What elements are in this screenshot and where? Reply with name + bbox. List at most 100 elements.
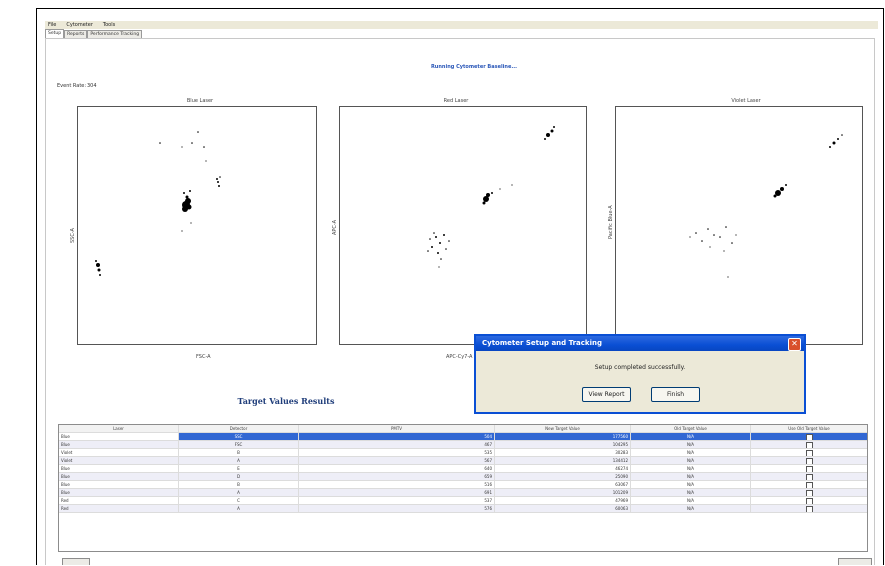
- col-old-target-value[interactable]: Old Target Value: [631, 425, 751, 432]
- table-row[interactable]: Blue E 640 46274 N/A: [59, 465, 867, 473]
- use-old-target-checkbox[interactable]: [805, 441, 813, 448]
- table-cell: 504: [299, 433, 495, 440]
- table-cell: [751, 449, 867, 456]
- table-cell: 63067: [495, 481, 631, 488]
- table-cell: 567: [299, 457, 495, 464]
- table-cell: 25090: [495, 473, 631, 480]
- table-cell: N/A: [631, 433, 751, 440]
- table-cell: E: [179, 465, 299, 472]
- use-old-target-checkbox[interactable]: [805, 481, 813, 488]
- table-cell: A: [179, 505, 299, 512]
- close-icon[interactable]: ✕: [788, 338, 801, 351]
- tab-reports[interactable]: Reports: [64, 30, 88, 38]
- table-cell: 60063: [495, 505, 631, 512]
- table-cell: N/A: [631, 473, 751, 480]
- event-rate-value: 304: [87, 83, 97, 89]
- bottom-right-button[interactable]: [838, 558, 872, 565]
- table-cell: 640: [299, 465, 495, 472]
- setup-complete-dialog: Cytometer Setup and Tracking ✕ Setup com…: [474, 334, 806, 414]
- table-cell: N/A: [631, 449, 751, 456]
- setup-panel: Running Cytometer Baseline... Event Rate…: [45, 38, 875, 565]
- tab-strip: Setup Reports Performance Tracking: [45, 29, 143, 38]
- table-cell: A: [179, 489, 299, 496]
- table-cell: N/A: [631, 497, 751, 504]
- table-row[interactable]: Blue A 691 101209 N/A: [59, 489, 867, 497]
- plot-blue-laser: [77, 106, 317, 345]
- plot-title-blue-laser: Blue Laser: [186, 98, 214, 104]
- use-old-target-checkbox[interactable]: [805, 457, 813, 464]
- table-cell: Blue: [59, 433, 179, 440]
- table-cell: FSC: [179, 441, 299, 448]
- table-row[interactable]: Blue D 659 25090 N/A: [59, 473, 867, 481]
- plot-red-laser-scatter: [427, 126, 555, 268]
- table-cell: [751, 489, 867, 496]
- table-cell: Blue: [59, 473, 179, 480]
- table-row[interactable]: Violet A 567 134412 N/A: [59, 457, 867, 465]
- menu-tools[interactable]: Tools: [103, 22, 115, 28]
- view-report-button[interactable]: View Report: [582, 387, 631, 402]
- plot-title-violet-laser: Violet Laser: [731, 98, 761, 104]
- use-old-target-checkbox[interactable]: [805, 473, 813, 480]
- status-title: Running Cytometer Baseline...: [430, 64, 518, 70]
- table-cell: Blue: [59, 465, 179, 472]
- table-cell: 47969: [495, 497, 631, 504]
- table-cell: N/A: [631, 505, 751, 512]
- table-cell: [751, 433, 867, 440]
- use-old-target-checkbox[interactable]: [805, 465, 813, 472]
- table-cell: [751, 497, 867, 504]
- menu-file[interactable]: File: [48, 22, 56, 28]
- use-old-target-checkbox[interactable]: [805, 489, 813, 496]
- col-pmtv[interactable]: PMTV: [299, 425, 495, 432]
- table-cell: C: [179, 497, 299, 504]
- plot-blue-laser-scatter: [95, 131, 221, 276]
- use-old-target-checkbox[interactable]: [805, 505, 813, 512]
- table-row[interactable]: Blue FSC 467 104295 N/A: [59, 441, 867, 449]
- use-old-target-checkbox[interactable]: [805, 449, 813, 456]
- table-cell: 134412: [495, 457, 631, 464]
- menu-bar: File Cytometer Tools: [45, 21, 878, 29]
- table-cell: Blue: [59, 441, 179, 448]
- table-cell: [751, 473, 867, 480]
- table-cell: B: [179, 481, 299, 488]
- table-cell: 537: [299, 497, 495, 504]
- menu-cytometer[interactable]: Cytometer: [66, 22, 93, 28]
- table-cell: B: [179, 449, 299, 456]
- dialog-message: Setup completed successfully.: [594, 364, 686, 371]
- table-cell: 30283: [495, 449, 631, 456]
- col-new-target-value[interactable]: New Target Value: [495, 425, 631, 432]
- results-title: Target Values Results: [237, 396, 335, 406]
- table-row[interactable]: Blue SSC 504 177560 N/A: [59, 433, 867, 441]
- table-row[interactable]: Red A 576 60063 N/A: [59, 505, 867, 513]
- table-row[interactable]: Blue B 516 63067 N/A: [59, 481, 867, 489]
- plot-violet-laser-scatter: [689, 134, 843, 278]
- use-old-target-checkbox[interactable]: [805, 497, 813, 504]
- table-cell: Violet: [59, 449, 179, 456]
- use-old-target-checkbox[interactable]: [805, 433, 813, 440]
- table-cell: N/A: [631, 465, 751, 472]
- col-detector[interactable]: Detector: [179, 425, 299, 432]
- table-cell: N/A: [631, 441, 751, 448]
- plot-violet-laser: [615, 106, 863, 345]
- table-cell: [751, 481, 867, 488]
- col-laser[interactable]: Laser: [59, 425, 179, 432]
- table-cell: 659: [299, 473, 495, 480]
- dialog-title: Cytometer Setup and Tracking: [476, 336, 804, 351]
- tab-performance-tracking[interactable]: Performance Tracking: [87, 30, 143, 38]
- event-rate-label: Event Rate:: [57, 83, 87, 89]
- table-row[interactable]: Red C 537 47969 N/A: [59, 497, 867, 505]
- col-use-old-target-value[interactable]: Use Old Target Value: [751, 425, 867, 432]
- table-cell: 535: [299, 449, 495, 456]
- finish-button[interactable]: Finish: [651, 387, 700, 402]
- table-row[interactable]: Violet B 535 30283 N/A: [59, 449, 867, 457]
- table-cell: [751, 465, 867, 472]
- table-cell: [751, 441, 867, 448]
- table-header: Laser Detector PMTV New Target Value Old…: [59, 425, 867, 433]
- plot-blue-laser-xlabel: FSC-A: [196, 354, 211, 360]
- tab-setup[interactable]: Setup: [45, 29, 65, 38]
- table-cell: D: [179, 473, 299, 480]
- plot-red-laser: [339, 106, 587, 345]
- table-cell: N/A: [631, 457, 751, 464]
- plot-red-laser-ylabel: APC-A: [332, 219, 338, 235]
- bottom-left-button[interactable]: [62, 558, 90, 565]
- table-cell: 467: [299, 441, 495, 448]
